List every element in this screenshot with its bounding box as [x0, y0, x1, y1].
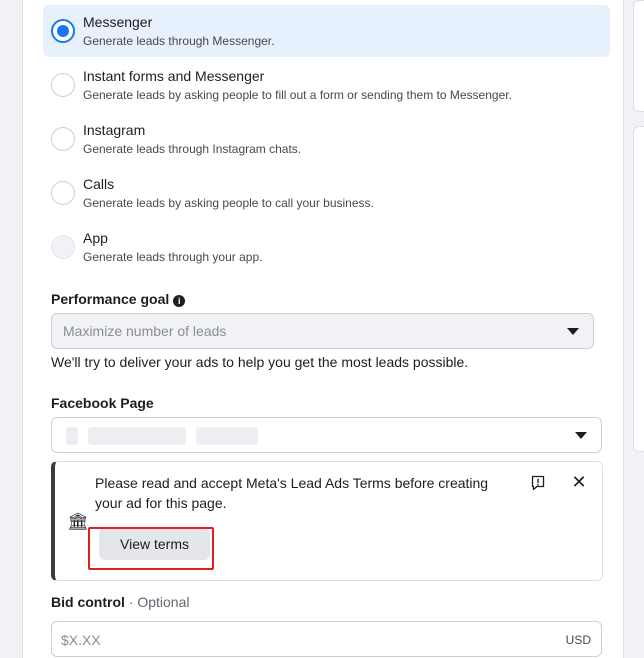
notice-message: Please read and accept Meta's Lead Ads T…	[95, 475, 489, 511]
option-title: Calls	[83, 176, 115, 192]
option-instant-forms-and-messenger[interactable]: Instant forms and Messenger Generate lea…	[43, 59, 610, 111]
option-subtitle: Generate leads through Messenger.	[83, 34, 275, 48]
option-calls[interactable]: Calls Generate leads by asking people to…	[43, 167, 610, 219]
chevron-down-icon	[567, 328, 579, 335]
option-title: Instagram	[83, 122, 146, 138]
option-messenger[interactable]: Messenger Generate leads through Messeng…	[43, 5, 610, 57]
side-card-top	[633, 0, 644, 112]
conversion-location-options: Messenger Generate leads through Messeng…	[43, 5, 610, 275]
redacted-page-detail	[196, 427, 258, 445]
redacted-page-name	[88, 427, 186, 445]
bid-control-field[interactable]: USD	[51, 621, 602, 657]
option-subtitle: Generate leads through your app.	[83, 250, 263, 264]
bank-icon: 🏛	[67, 512, 89, 531]
radio-button[interactable]	[51, 73, 75, 97]
radio-button-checked[interactable]	[51, 19, 75, 43]
option-subtitle: Generate leads through Instagram chats.	[83, 142, 302, 156]
performance-goal-select[interactable]: Maximize number of leads	[51, 313, 594, 349]
side-card-bottom	[633, 126, 644, 452]
performance-goal-label-text: Performance goal	[51, 291, 170, 307]
option-app: App Generate leads through your app.	[43, 221, 610, 273]
optional-label: · Optional	[128, 594, 190, 610]
performance-goal-helper: We'll try to deliver your ads to help yo…	[51, 354, 469, 370]
option-title: Messenger	[83, 14, 153, 30]
currency-label: USD	[565, 633, 591, 647]
close-icon[interactable]: ✕	[571, 473, 587, 491]
option-instagram[interactable]: Instagram Generate leads through Instagr…	[43, 113, 610, 165]
info-icon[interactable]: i	[173, 295, 186, 307]
radio-button[interactable]	[51, 181, 75, 205]
radio-button[interactable]	[51, 127, 75, 151]
bid-control-label-text: Bid control	[51, 594, 125, 610]
view-terms-button[interactable]: View terms	[99, 528, 210, 560]
radio-button-disabled	[51, 235, 75, 259]
option-subtitle: Generate leads by asking people to fill …	[83, 88, 512, 102]
redacted-page-avatar	[66, 427, 78, 445]
option-title: App	[83, 230, 108, 246]
option-subtitle: Generate leads by asking people to call …	[83, 196, 374, 210]
report-flag-icon[interactable]	[530, 475, 546, 491]
bid-amount-input[interactable]	[61, 629, 541, 651]
performance-goal-value: Maximize number of leads	[63, 323, 227, 339]
bid-control-label: Bid control · Optional	[51, 594, 189, 610]
lead-ads-terms-notice: 🏛 Please read and accept Meta's Lead Ads…	[51, 461, 603, 581]
chevron-down-icon	[575, 432, 587, 439]
performance-goal-label: Performance goal i	[51, 291, 186, 307]
facebook-page-label: Facebook Page	[51, 395, 154, 411]
facebook-page-select[interactable]	[51, 417, 602, 453]
option-title: Instant forms and Messenger	[83, 68, 265, 84]
